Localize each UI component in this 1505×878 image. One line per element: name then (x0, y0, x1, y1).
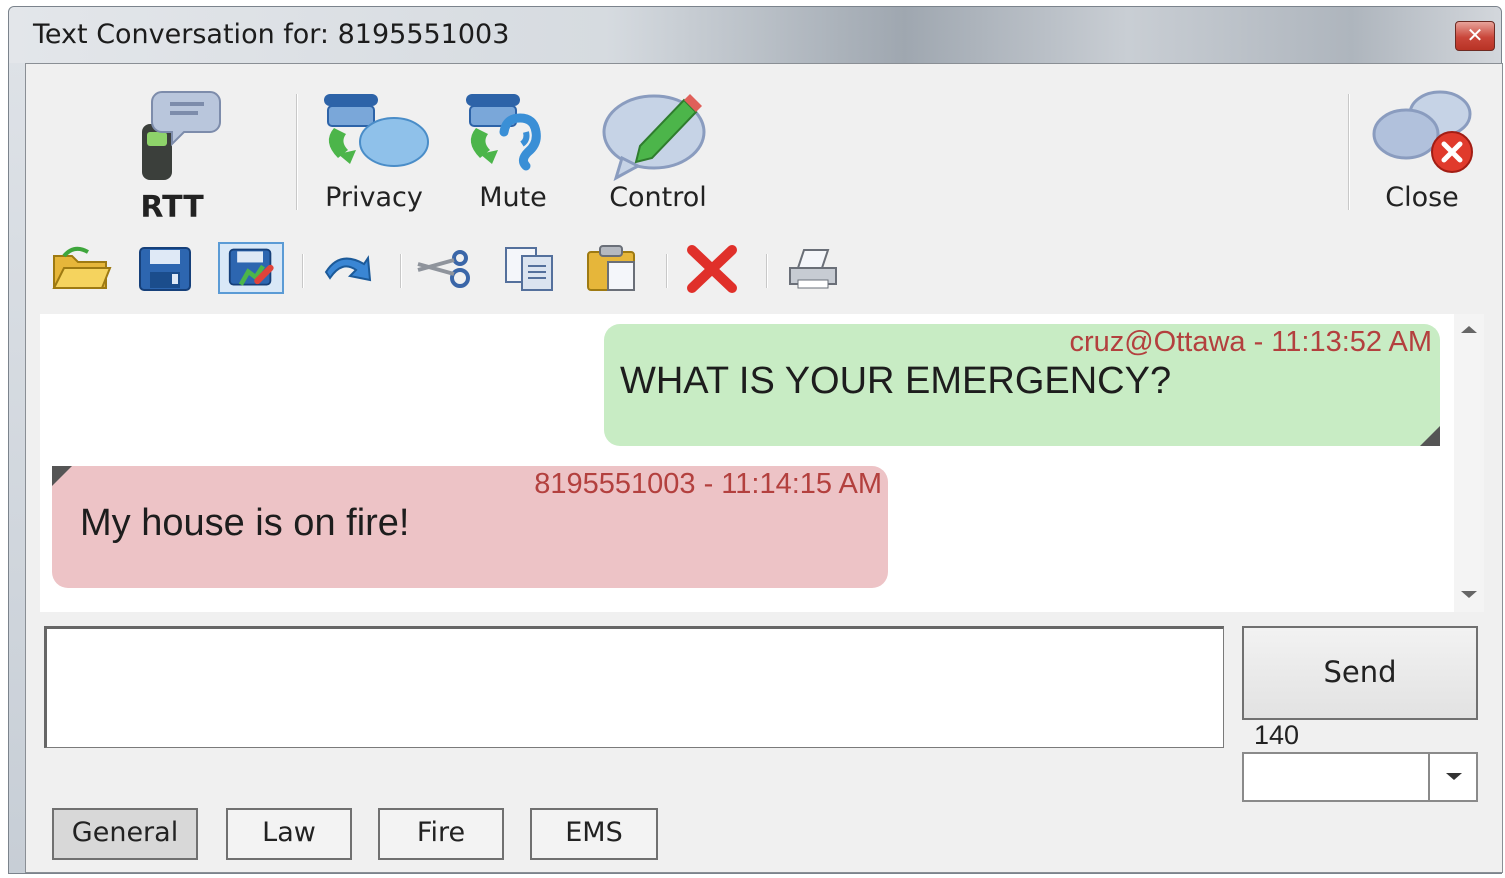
message-meta: 8195551003 - 11:14:15 AM (534, 468, 882, 500)
mute-button[interactable]: Mute (454, 78, 572, 228)
tab-fire[interactable]: Fire (378, 808, 504, 860)
close-chat-icon (1372, 90, 1473, 173)
rtt-label: RTT (140, 190, 204, 225)
close-conversation-button[interactable]: Close (1362, 78, 1482, 228)
send-button[interactable]: Send (1242, 626, 1478, 720)
privacy-button[interactable]: Privacy (310, 78, 438, 228)
scroll-down-icon[interactable] (1461, 591, 1477, 598)
delete-icon[interactable] (678, 242, 744, 294)
tab-general[interactable]: General (52, 808, 198, 860)
open-folder-icon[interactable] (48, 242, 114, 294)
undo-icon[interactable] (312, 242, 378, 294)
control-label: Control (609, 182, 707, 213)
rtt-phone-icon (142, 91, 221, 180)
copy-icon[interactable] (496, 242, 562, 294)
tab-ems[interactable]: EMS (530, 808, 658, 860)
toolbar-separator (766, 254, 768, 288)
conversation-window: Text Conversation for: 8195551003 ✕ RTT (8, 6, 1503, 874)
print-icon[interactable] (780, 242, 846, 294)
cut-icon[interactable] (412, 242, 478, 294)
conversation-area[interactable]: cruz@Ottawa - 11:13:52 AM WHAT IS YOUR E… (40, 314, 1454, 612)
message-text: My house is on fire! (80, 502, 410, 544)
message-meta: cruz@Ottawa - 11:13:52 AM (1069, 326, 1432, 358)
control-button[interactable]: Control (592, 78, 724, 228)
toolbar-separator (400, 254, 402, 288)
toolbar-separator (302, 254, 304, 288)
dropdown-button[interactable] (1428, 754, 1476, 800)
conversation-scrollbar[interactable] (1454, 314, 1484, 612)
rtt-button[interactable]: RTT (112, 78, 232, 228)
mute-label: Mute (479, 182, 547, 213)
close-label: Close (1385, 182, 1459, 213)
window-client-area: RTT Privacy Mute Control Close cruz@Otta… (25, 63, 1503, 873)
bubble-tail (52, 466, 72, 486)
chevron-down-icon (1446, 773, 1462, 780)
message-outgoing[interactable]: cruz@Ottawa - 11:13:52 AM WHAT IS YOUR E… (604, 324, 1440, 446)
title-bar[interactable]: Text Conversation for: 8195551003 ✕ (9, 7, 1501, 63)
window-title: Text Conversation for: 8195551003 (33, 19, 510, 50)
message-text: WHAT IS YOUR EMERGENCY? (620, 360, 1172, 402)
privacy-label: Privacy (325, 182, 423, 213)
toolbar-separator (296, 94, 298, 210)
scroll-up-icon[interactable] (1461, 326, 1477, 333)
tab-law[interactable]: Law (226, 808, 352, 860)
paste-icon[interactable] (580, 242, 646, 294)
message-input[interactable] (44, 626, 1224, 748)
toolbar-separator (666, 254, 668, 288)
toolbar-separator (1348, 94, 1350, 210)
canned-message-dropdown[interactable] (1242, 752, 1478, 802)
message-incoming[interactable]: 8195551003 - 11:14:15 AM My house is on … (52, 466, 888, 588)
save-as-icon[interactable] (218, 242, 284, 294)
window-close-button[interactable]: ✕ (1455, 21, 1495, 51)
bubble-tail (1420, 426, 1440, 446)
save-icon[interactable] (132, 242, 198, 294)
control-pencil-icon (602, 94, 706, 182)
mute-phone-icon (466, 94, 541, 171)
char-count: 140 (1254, 720, 1300, 750)
privacy-phone-icon (324, 94, 429, 167)
